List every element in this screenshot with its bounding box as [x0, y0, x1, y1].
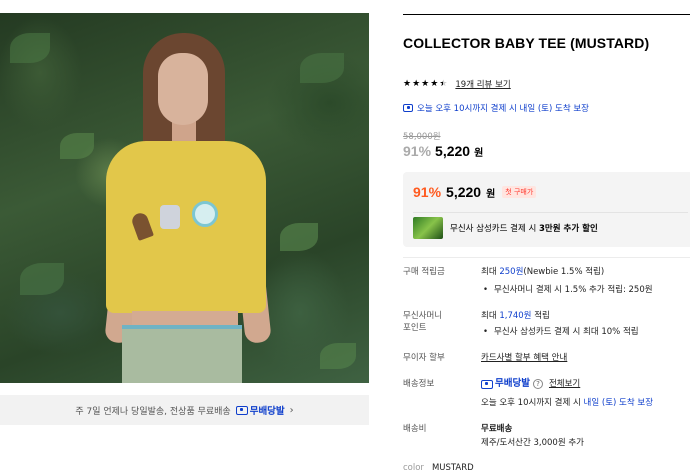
truck-icon — [235, 405, 248, 415]
color-label: color — [403, 463, 424, 473]
truck-icon — [403, 104, 413, 112]
coupon-price: 5,220 — [446, 184, 482, 200]
installment-link[interactable]: 카드사별 할부 혜택 안내 — [481, 352, 567, 364]
rating-stars: ★ ★ ★ ★ ★ — [403, 78, 447, 89]
point-card-value: 최대 1,740원 적립 — [481, 311, 550, 321]
points-bullet: 무신사머니 결제 시 1.5% 추가 적립: 250원 — [483, 284, 653, 296]
free-shipping-badge-label: 무배당발 — [495, 378, 530, 389]
review-link[interactable]: 19개 리뷰 보기 — [455, 78, 510, 90]
color-row: color MUSTARD — [403, 463, 474, 473]
free-shipping-badge-label: 무배당발 — [249, 406, 285, 417]
point-card-label: 무신사머니 포인트 — [403, 311, 443, 333]
color-value: MUSTARD — [431, 463, 474, 473]
shipping-notice-highlight: 내일 (토) 도착 보장 — [583, 398, 654, 408]
price-unit: 원 — [474, 148, 484, 159]
card-discount-text: 무신사 삼성카드 결제 시 3만원 추가 할인 — [450, 224, 598, 234]
star-icon: ★ — [412, 78, 421, 89]
first-purchase-badge: 첫 구매가 — [502, 186, 537, 198]
card-image — [413, 217, 443, 239]
price-row: 91% 5,220 원 — [403, 143, 483, 159]
free-shipping-badge: 무배당발 — [481, 378, 530, 390]
shipping-promo-bar[interactable]: 주 7일 언제나 당일발송, 전상품 무료배송 무배당발 › — [0, 395, 369, 425]
shipping-notice: 오늘 오후 10시까지 결제 시 내일 (토) 도착 보장 — [481, 398, 654, 408]
shipping-fee-value: 무료배송 — [481, 424, 513, 434]
half-star-icon: ★ — [439, 79, 447, 89]
shipping-fee-label: 배송비 — [403, 424, 427, 434]
delivery-guarantee-text: 오늘 오후 10시까지 결제 시 내일 (토) 도착 보장 — [417, 104, 590, 114]
divider — [403, 14, 690, 15]
point-card-bullet: 무신사 삼성카드 결제 시 최대 10% 적립 — [483, 326, 639, 338]
original-price: 58,000원 — [403, 132, 441, 142]
shipping-fee-extra: 제주/도서산간 3,000원 추가 — [481, 438, 584, 448]
free-shipping-badge: 무배당발 — [235, 403, 285, 417]
coupon-price-box: 91% 5,220 원 첫 구매가 무신사 삼성카드 결제 시 3만원 추가 할… — [403, 172, 690, 247]
discount-rate: 91% — [403, 143, 432, 159]
delivery-guarantee: 오늘 오후 10시까지 결제 시 내일 (토) 도착 보장 — [403, 102, 589, 114]
sale-price: 5,220 — [435, 143, 471, 159]
product-title: COLLECTOR BABY TEE (MUSTARD) — [403, 35, 650, 51]
shipping-info-label: 배송정보 — [403, 379, 435, 389]
star-icon: ★ — [421, 78, 430, 89]
coupon-price-unit: 원 — [486, 188, 496, 200]
divider — [413, 212, 688, 213]
coupon-price-row: 91% 5,220 원 첫 구매가 — [413, 184, 537, 200]
star-icon: ★ — [430, 78, 439, 89]
coupon-discount-rate: 91% — [413, 184, 442, 200]
divider — [403, 257, 690, 258]
shipping-info-row: 무배당발 ? 전체보기 — [481, 378, 580, 390]
points-amount: 250원 — [499, 267, 524, 277]
point-card-amount: 1,740원 — [499, 311, 532, 321]
shipping-promo-text: 주 7일 언제나 당일발송, 전상품 무료배송 — [75, 406, 231, 417]
help-icon[interactable]: ? — [532, 379, 543, 389]
points-label: 구매 적립금 — [403, 267, 445, 277]
truck-icon — [481, 379, 493, 389]
points-value: 최대 250원(Newbie 1.5% 적립) — [481, 267, 605, 277]
card-discount-row[interactable]: 무신사 삼성카드 결제 시 3만원 추가 할인 — [413, 217, 598, 239]
rating-row: ★ ★ ★ ★ ★ 19개 리뷰 보기 — [403, 78, 511, 90]
chevron-right-icon: › — [289, 404, 294, 416]
product-image[interactable] — [0, 13, 369, 383]
installment-label: 무이자 할부 — [403, 353, 445, 363]
star-icon: ★ — [403, 78, 412, 89]
shipping-view-all-link[interactable]: 전체보기 — [549, 378, 580, 390]
product-info-panel: COLLECTOR BABY TEE (MUSTARD) ★ ★ ★ ★ ★ 1… — [403, 0, 690, 474]
